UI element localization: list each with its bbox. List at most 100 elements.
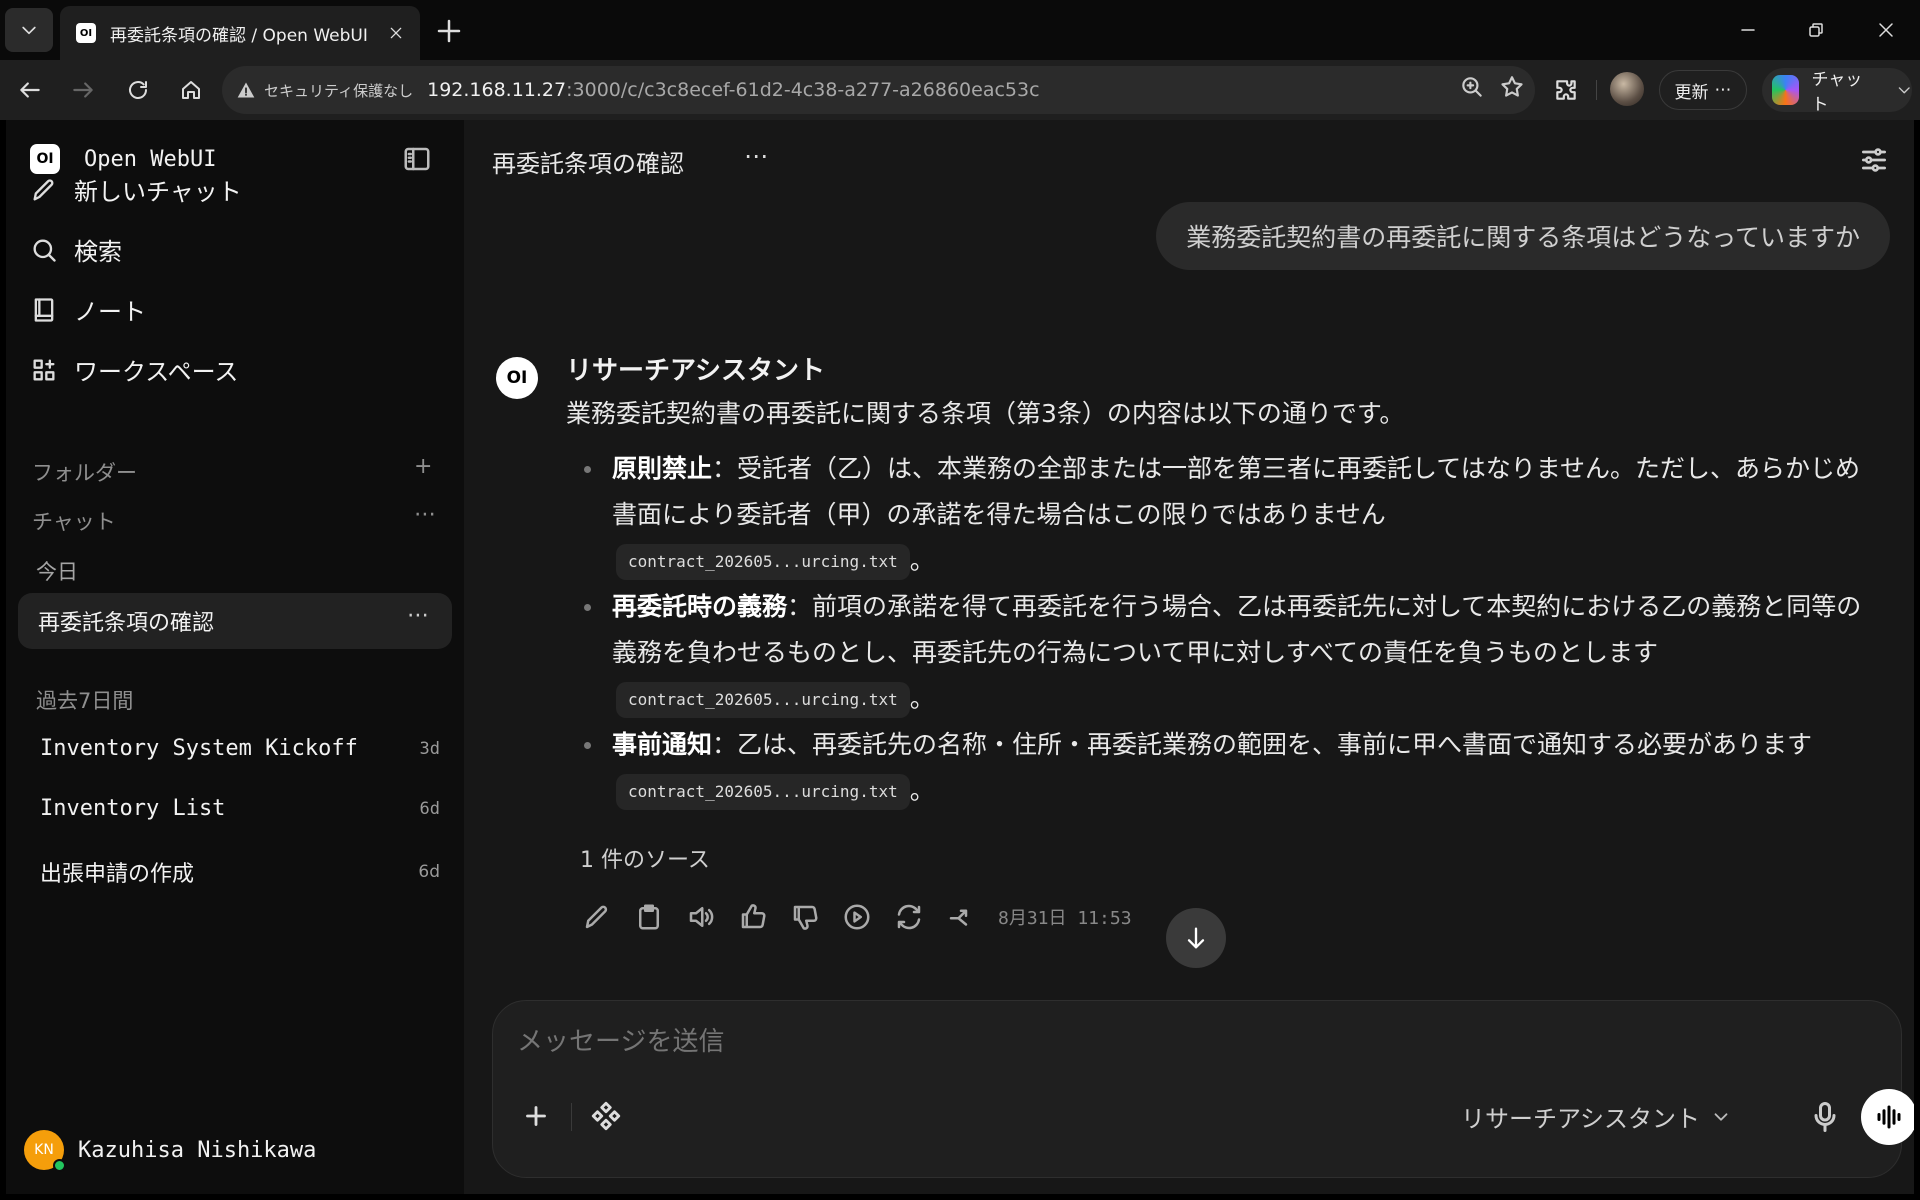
citation-chip[interactable]: contract_202605...urcing.txt: [616, 774, 910, 810]
chat-item-active[interactable]: 再委託条項の確認 ⋯: [18, 593, 452, 649]
new-tab-button[interactable]: [434, 16, 464, 46]
chevron-down-icon: [1714, 1112, 1728, 1121]
extensions-button[interactable]: [1550, 74, 1582, 106]
star-icon[interactable]: [1499, 74, 1525, 100]
assistant-avatar: OI: [496, 357, 538, 399]
message-timestamp: 8月31日 11:53: [998, 908, 1132, 929]
puzzle-icon: [1556, 80, 1576, 100]
list-item: 再委託時の義務：前項の承諾を得て再委託を行う場合、乙は再委託先に対して本契約にお…: [566, 584, 1876, 722]
chat-item[interactable]: Inventory System Kickoff 3d: [40, 736, 440, 761]
sources-button[interactable]: 1 件のソース: [566, 836, 710, 880]
scroll-to-bottom-button[interactable]: [1166, 908, 1226, 968]
browser-tab-active[interactable]: OI 再委託条項の確認 / Open WebUI: [60, 6, 420, 60]
copilot-chat-button[interactable]: チャット: [1762, 68, 1912, 115]
dictate-button[interactable]: [1807, 1099, 1843, 1135]
update-label: 更新: [1674, 82, 1709, 103]
user-message: 業務委託契約書の再委託に関する条項はどうなっていますか: [1156, 202, 1890, 270]
search-icon: [33, 239, 56, 262]
model-selector[interactable]: リサーチアシスタント: [1461, 1099, 1732, 1134]
chat-item[interactable]: Inventory List 6d: [40, 796, 440, 821]
app-logo: OI: [30, 144, 60, 174]
tab-close-button[interactable]: [384, 21, 408, 45]
arrow-right-icon: [73, 82, 93, 98]
chat-menu-button[interactable]: ⋯: [744, 142, 768, 170]
url-path: :3000/c/c3c8ecef-61d2-4c38-a277-a26860ea…: [566, 79, 1040, 101]
message-composer: リサーチアシスタント: [492, 1000, 1914, 1178]
chat-item-title: 出張申請の作成: [40, 862, 195, 887]
clipboard-icon[interactable]: [634, 902, 664, 932]
brand[interactable]: OI Open WebUI: [30, 144, 216, 174]
chat-item-title: Inventory List: [40, 796, 226, 821]
past-7-days-label: 過去7日間: [36, 689, 134, 713]
chat-item[interactable]: 出張申請の作成 6d: [40, 856, 440, 888]
more-dots-icon: ⋯: [1714, 80, 1732, 100]
speaker-icon[interactable]: [686, 902, 716, 932]
chat-item-age: 6d: [418, 862, 440, 882]
minimize-button[interactable]: [1728, 10, 1768, 50]
regenerate-icon[interactable]: [894, 902, 924, 932]
play-icon[interactable]: [842, 902, 872, 932]
online-status-dot: [53, 1159, 66, 1172]
bullet-end: 。: [909, 776, 935, 805]
edit-icon[interactable]: [582, 902, 612, 932]
browser-tab-bar: OI 再委託条項の確認 / Open WebUI: [0, 0, 1920, 60]
chat-item-more-button[interactable]: ⋯: [407, 603, 430, 628]
chat-item-age: 3d: [419, 738, 440, 759]
tab-list-button[interactable]: [5, 8, 53, 52]
today-label: 今日: [36, 560, 78, 584]
new-chat-button[interactable]: 新しいチャット: [30, 172, 242, 207]
back-button[interactable]: [14, 74, 46, 106]
message-input[interactable]: [517, 1027, 1717, 1057]
new-chat-label: 新しいチャット: [74, 178, 242, 206]
user-menu[interactable]: KN Kazuhisa Nishikawa: [24, 1130, 316, 1172]
assistant-name: リサーチアシスタント: [566, 356, 825, 386]
branch-icon[interactable]: [946, 902, 976, 932]
add-attachment-button[interactable]: [519, 1099, 553, 1133]
notes-button[interactable]: ノート: [30, 292, 146, 327]
add-folder-button[interactable]: +: [414, 454, 432, 479]
update-button[interactable]: 更新 ⋯: [1659, 70, 1747, 110]
app-name: Open WebUI: [84, 146, 217, 172]
security-indicator[interactable]: セキュリティ保護なし: [236, 80, 413, 101]
bullet-heading: 再委託時の義務: [612, 592, 788, 621]
search-button[interactable]: 検索: [30, 232, 122, 267]
tab-favicon: OI: [76, 23, 96, 43]
citation-chip[interactable]: contract_202605...urcing.txt: [616, 682, 910, 718]
arrow-left-icon: [20, 82, 40, 98]
search-label: 検索: [74, 238, 122, 266]
url-text: 192.168.11.27:3000/c/c3c8ecef-61d2-4c38-…: [427, 79, 1039, 101]
close-window-button[interactable]: [1866, 10, 1906, 50]
model-selector-label: リサーチアシスタント: [1461, 1105, 1701, 1133]
close-icon: [1879, 23, 1893, 37]
integrations-button[interactable]: [589, 1099, 623, 1133]
minimize-icon: [1741, 29, 1755, 31]
voice-mode-button[interactable]: [1861, 1089, 1914, 1145]
sidebar-toggle-button[interactable]: [402, 144, 432, 174]
zoom-icon[interactable]: [1459, 74, 1485, 100]
reload-icon: [129, 81, 147, 99]
avatar-initials: KN: [34, 1142, 54, 1158]
notebook-icon: [34, 297, 54, 322]
chats-more-button[interactable]: ⋯: [414, 502, 436, 527]
home-button[interactable]: [175, 74, 207, 106]
citation-chip[interactable]: contract_202605...urcing.txt: [616, 544, 910, 580]
address-bar[interactable]: セキュリティ保護なし 192.168.11.27:3000/c/c3c8ecef…: [222, 66, 1535, 114]
copilot-label: チャット: [1811, 70, 1863, 115]
forward-button[interactable]: [67, 74, 99, 106]
restore-icon: [1809, 23, 1823, 37]
bullet-heading: 事前通知: [612, 730, 713, 759]
sliders-icon: [1862, 148, 1886, 172]
folders-section-label[interactable]: フォルダー: [32, 457, 137, 487]
chats-section-label[interactable]: チャット: [32, 506, 116, 536]
thumbs-down-icon[interactable]: [790, 902, 820, 932]
thumbs-up-icon[interactable]: [738, 902, 768, 932]
browser-nav-bar: セキュリティ保護なし 192.168.11.27:3000/c/c3c8ecef…: [0, 60, 1920, 120]
chat-controls-button[interactable]: [1858, 144, 1890, 176]
browser-profile-avatar[interactable]: [1610, 72, 1644, 106]
bullet-text: ：受託者（乙）は、本業務の全部または一部を第三者に再委託してはなりません。ただし…: [612, 454, 1861, 529]
bullet-end: 。: [909, 546, 935, 575]
workspace-button[interactable]: ワークスペース: [30, 352, 238, 387]
restore-button[interactable]: [1796, 10, 1836, 50]
reload-button[interactable]: [122, 74, 154, 106]
list-item: 原則禁止：受託者（乙）は、本業務の全部または一部を第三者に再委託してはなりません…: [566, 446, 1876, 584]
